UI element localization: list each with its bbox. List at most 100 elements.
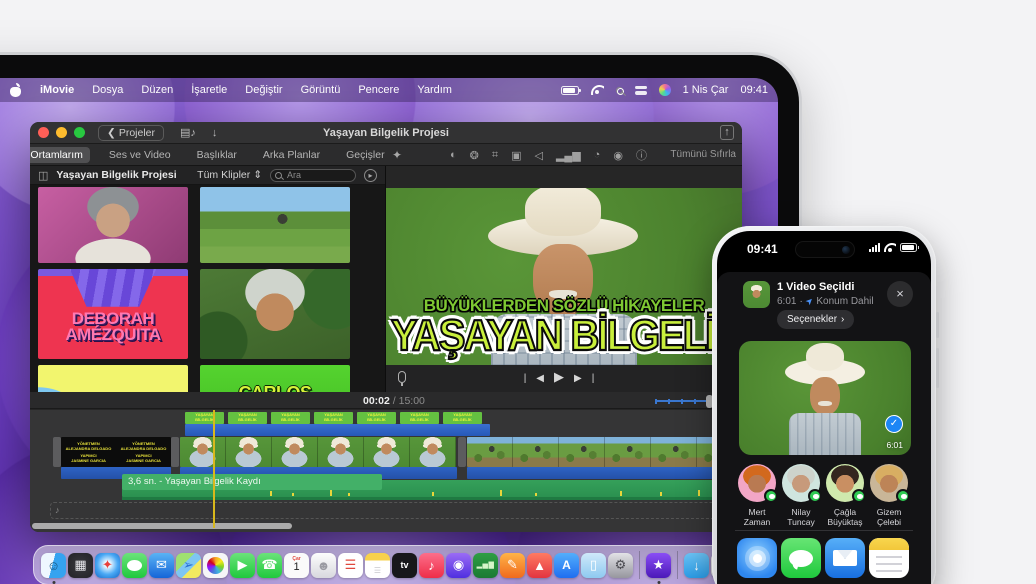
clip-woman-pink[interactable] [38,187,188,263]
share-options-button[interactable]: Seçenekler › [777,310,854,329]
tab-başlıklar[interactable]: Başlıklar [190,147,244,163]
dock-item-maps[interactable]: ➢ [176,553,201,578]
clip-woman-green[interactable] [200,269,350,359]
playhead[interactable] [213,410,215,528]
menu-item-pencere[interactable]: Pencere [358,84,399,96]
title-clip-mini[interactable]: YAŞAYANBİLGELİK [271,412,310,424]
clip-map-united-states[interactable]: UNITED STATES [38,365,188,392]
background-music-track[interactable]: ♪ [50,502,740,519]
share-contact-çağla-büyüktaş[interactable]: ÇağlaBüyüktaş [823,464,867,527]
previous-frame-button[interactable]: |◀ [524,373,554,384]
dock-item-iphone-mirroring[interactable]: ▯ [581,553,606,578]
dock-item-pages[interactable]: ✎ [500,553,525,578]
title-clip-mini[interactable]: YAŞAYANBİLGELİK [314,412,353,424]
timeline[interactable]: YAŞAYANBİLGELİK YAŞAYANBİLGELİK YAŞAYANBİL… [30,410,742,532]
dock-item-notes[interactable]: ☰ [365,553,390,578]
color-filters-icon[interactable]: ◉ [613,149,623,162]
dock-item-tv[interactable]: tv [392,553,417,578]
share-contact-nilay-tuncay[interactable]: NilayTuncay [779,464,823,527]
dock-item-messages[interactable] [122,553,147,578]
title-track-bar[interactable] [185,424,490,436]
share-app-messages[interactable]: Mesajlar [779,538,823,584]
dock-item-mail[interactable]: ✉ [149,553,174,578]
video-clip-farm[interactable] [467,437,740,467]
wifi-icon[interactable] [591,85,604,95]
share-app-mail[interactable]: Mail [823,538,867,584]
dock-item-finder[interactable]: ☺ [41,553,66,578]
dock-item-settings[interactable]: ⚙ [608,553,633,578]
dock-item-imovie[interactable]: ★ [646,553,671,578]
viewer-video[interactable]: BÜYÜKLERDEN SÖZLÜ HİKAYELER YAŞAYAN BİLG… [386,188,742,365]
menu-item-görüntü[interactable]: Görüntü [301,84,341,96]
tab-geçişler[interactable]: Geçişler [339,147,392,163]
clip-farm-field[interactable] [200,187,350,263]
menu-item-imovie[interactable]: iMovie [40,84,74,96]
dock-item-downloads[interactable]: ↓ [684,553,709,578]
menu-item-düzen[interactable]: Düzen [141,84,173,96]
share-contact-mert-zaman[interactable]: MertZaman [735,464,779,527]
speed-icon[interactable]: ◔ [594,149,601,161]
stabilization-icon[interactable]: ▣ [511,149,521,162]
menu-item-i̇şaretle[interactable]: İşaretle [191,84,227,96]
clip-title-deborah[interactable]: DEBORAHAMÉZQUITA [38,269,188,359]
share-contact-gizem-çelebi[interactable]: GizemÇelebi [867,464,911,527]
title-track[interactable]: YAŞAYANBİLGELİK YAŞAYANBİLGELİK YAŞAYANBİL… [185,412,487,424]
dock-item-launchpad[interactable]: ▦ [68,553,93,578]
dock-item-contacts[interactable]: ☻ [311,553,336,578]
close-share-sheet-button[interactable]: × [887,281,913,307]
share-icon[interactable]: ↑ [720,125,734,140]
browser-overflow-icon[interactable]: ▸ [364,169,377,182]
shared-video-preview[interactable]: ✓ 6:01 [739,341,911,455]
title-clip-mini[interactable]: YAŞAYANBİLGELİK [185,412,224,424]
menu-item-değiştir[interactable]: Değiştir [245,84,282,96]
battery-icon[interactable] [561,86,579,95]
volume-icon[interactable]: ◁ [534,149,542,162]
minimize-window-button[interactable] [56,127,67,138]
info-icon[interactable]: ⓘ [636,147,647,163]
dock-item-app-store[interactable]: A [554,553,579,578]
color-balance-icon[interactable]: ◐ [450,149,457,161]
menu-item-dosya[interactable]: Dosya [92,84,123,96]
noise-reduction-icon[interactable]: ▂▄▆ [556,149,581,162]
tab-ortamlarım[interactable]: Ortamlarım [30,147,90,163]
clip-trim-handle[interactable] [53,437,61,467]
timeline-zoom-slider[interactable] [655,400,709,402]
title-clip-mini[interactable]: YAŞAYANBİLGELİK [228,412,267,424]
color-correction-icon[interactable]: ❂ [470,149,479,162]
apple-menu-icon[interactable] [10,84,22,97]
next-frame-button[interactable]: ▶| [574,373,604,384]
dock-item-photos[interactable] [203,553,228,578]
spotlight-search-icon[interactable] [616,87,623,94]
dock-item-numbers[interactable]: ▂▅▇ [473,553,498,578]
menu-bar-time[interactable]: 09:41 [740,84,768,96]
reset-all-button[interactable]: Tümünü Sıfırla [670,149,736,160]
dock-item-phone[interactable]: ☎ [257,553,282,578]
title-clip-mini[interactable]: YAŞAYANBİLGELİK [400,412,439,424]
clip-trim-handle[interactable] [171,437,179,467]
audio-bar-farm[interactable] [467,467,740,479]
dock-item-music[interactable]: ♪ [419,553,444,578]
video-clip-interview[interactable] [180,437,457,467]
dock-item-calendar[interactable]: Çar1 [284,553,309,578]
dock-item-facetime[interactable]: ▶ [230,553,255,578]
title-clip-mini[interactable]: YAŞAYANBİLGELİK [443,412,482,424]
menu-item-yardım[interactable]: Yardım [417,84,452,96]
tab-arka-planlar[interactable]: Arka Planlar [256,147,327,163]
enhance-wand-icon[interactable]: ✦ [392,148,402,162]
timeline-scrollbar[interactable] [32,523,292,529]
selected-check-icon[interactable]: ✓ [885,415,903,433]
back-to-projects-button[interactable]: ❮Projeler [98,125,164,141]
control-center-icon[interactable] [635,86,647,95]
share-app-notes[interactable]: Notlar [867,538,911,584]
tab-ses-ve-video[interactable]: Ses ve Video [102,147,178,163]
menu-bar-date[interactable]: 1 Nis Çar [683,84,729,96]
zoom-window-button[interactable] [74,127,85,138]
import-media-icon[interactable]: ↓ [212,127,218,139]
close-window-button[interactable] [38,127,49,138]
credits-clip[interactable]: YÖNETMENALEJANDRA DELGADOYAPIMCIJASMINE … [61,437,171,467]
dock-item-reminders[interactable]: ☰ [338,553,363,578]
share-app-airdrop[interactable]: AirDrop [735,538,779,584]
title-clip-mini[interactable]: YAŞAYANBİLGELİK [357,412,396,424]
sidebar-toggle-icon[interactable]: ◫ [38,169,48,182]
dock-item-podcasts[interactable]: ◉ [446,553,471,578]
